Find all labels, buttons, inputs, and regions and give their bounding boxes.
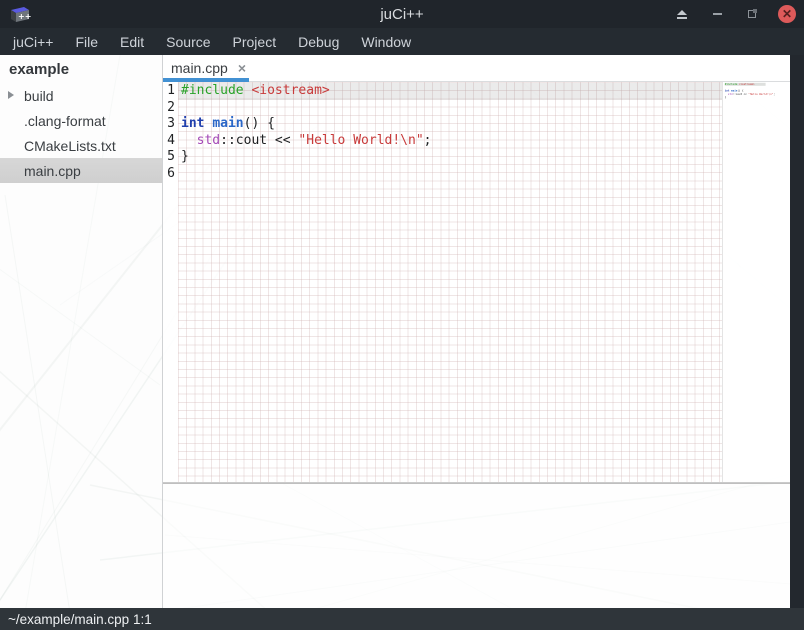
minimap-lines: #include <iostream>int main() { std::cou… xyxy=(723,82,790,103)
code-line[interactable] xyxy=(178,166,722,183)
close-icon: ✕ xyxy=(778,5,796,23)
tree-item-main-cpp[interactable]: main.cpp xyxy=(0,158,162,183)
minimap[interactable]: #include <iostream>int main() { std::cou… xyxy=(722,82,790,482)
tree-item-cmakelists[interactable]: CMakeLists.txt xyxy=(0,133,162,158)
shade-button[interactable] xyxy=(671,3,693,25)
tree-item-clang-format[interactable]: .clang-format xyxy=(0,108,162,133)
menu-file[interactable]: File xyxy=(64,30,109,54)
source-editor: 123456 #include <iostream>int main() { s… xyxy=(163,82,790,482)
chevron-right-icon[interactable] xyxy=(8,91,14,99)
output-pane[interactable] xyxy=(163,484,790,608)
juci-logo-icon: ++ xyxy=(8,4,32,24)
gutter: 123456 xyxy=(163,82,178,482)
minimize-button[interactable] xyxy=(706,3,728,25)
content-area: example build .clang-format CMakeLists.t… xyxy=(0,55,804,608)
restore-icon xyxy=(748,10,756,18)
close-button[interactable]: ✕ xyxy=(776,3,798,25)
status-file-location: ~/example/main.cpp 1:1 xyxy=(8,612,152,627)
tabbar: main.cpp × xyxy=(163,55,790,82)
menubar: juCi++ File Edit Source Project Debug Wi… xyxy=(0,28,804,55)
menu-edit[interactable]: Edit xyxy=(109,30,155,54)
menu-juci[interactable]: juCi++ xyxy=(2,30,64,54)
menu-project[interactable]: Project xyxy=(222,30,288,54)
file-tree: example build .clang-format CMakeLists.t… xyxy=(0,55,162,608)
menu-source[interactable]: Source xyxy=(155,30,221,54)
svg-text:++: ++ xyxy=(18,12,31,21)
code-line[interactable]: #include <iostream> xyxy=(178,83,722,100)
eject-icon xyxy=(677,10,687,19)
tab-close-icon[interactable]: × xyxy=(238,61,246,75)
tree-item-build[interactable]: build xyxy=(0,83,162,108)
statusbar: ~/example/main.cpp 1:1 xyxy=(0,608,804,630)
menu-debug[interactable]: Debug xyxy=(287,30,350,54)
editor-scrollbar[interactable] xyxy=(790,55,804,608)
tree-root-example[interactable]: example xyxy=(0,55,162,83)
code-line[interactable]: std::cout << "Hello World!\n"; xyxy=(178,133,722,150)
code-line[interactable] xyxy=(178,100,722,117)
editor-pane: main.cpp × 123456 #include <iostream>int… xyxy=(163,55,790,608)
sidebar-splitter[interactable] xyxy=(162,55,163,608)
code-line[interactable]: int main() { xyxy=(178,116,722,133)
code-line[interactable]: } xyxy=(178,149,722,166)
app-window: ++ juCi++ ✕ juCi++ File Edit Source Proj xyxy=(0,0,804,630)
menu-window[interactable]: Window xyxy=(350,30,422,54)
code-lines[interactable]: #include <iostream>int main() { std::cou… xyxy=(178,82,722,482)
titlebar[interactable]: ++ juCi++ ✕ xyxy=(0,0,804,28)
window-controls: ✕ xyxy=(671,0,798,28)
tab-label: main.cpp xyxy=(171,60,228,76)
restore-button[interactable] xyxy=(741,3,763,25)
minimize-icon xyxy=(713,13,722,15)
